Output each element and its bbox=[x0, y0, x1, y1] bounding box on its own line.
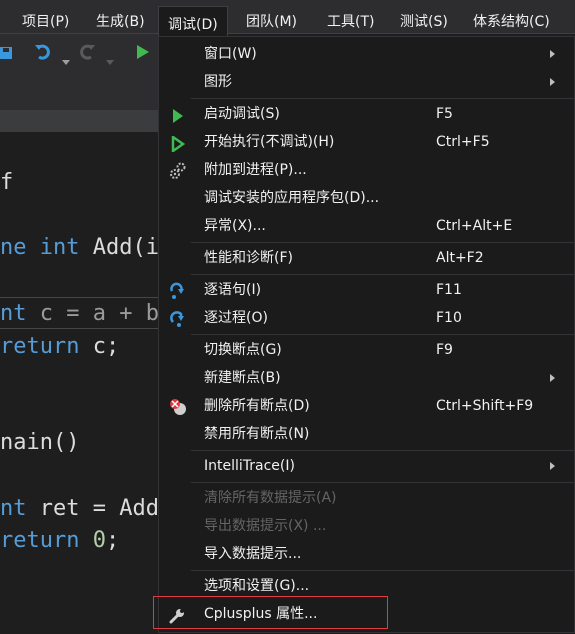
menu-item-label: 新建断点(B) bbox=[204, 370, 281, 386]
submenu-arrow-icon bbox=[550, 50, 555, 58]
play-outline-icon bbox=[169, 134, 186, 154]
menu-item-shortcut: Ctrl+Shift+F9 bbox=[436, 398, 534, 414]
menu-separator bbox=[191, 450, 574, 451]
menu-separator bbox=[191, 570, 574, 571]
menu-item-project-properties[interactable]: Cplusplus 属性... bbox=[159, 600, 574, 628]
menu-build[interactable]: 生成(B) bbox=[96, 4, 145, 34]
save-all-icon[interactable] bbox=[0, 44, 14, 65]
menu-item-label: 窗口(W) bbox=[204, 46, 257, 62]
toolbar bbox=[0, 34, 160, 74]
menu-item-shortcut: Ctrl+F5 bbox=[436, 134, 490, 150]
menu-item-step-over[interactable]: 逐过程(O) F10 bbox=[159, 304, 574, 332]
menu-item-shortcut: F9 bbox=[436, 342, 453, 358]
code-line: nt ret = Add bbox=[0, 496, 159, 521]
menu-item-label: 选项和设置(G)... bbox=[204, 578, 310, 594]
step-into-icon bbox=[169, 282, 185, 299]
menu-item-label: 逐过程(O) bbox=[204, 310, 268, 326]
code-line: f bbox=[0, 170, 14, 195]
menu-item-label: 导出数据提示(X) ... bbox=[204, 518, 327, 534]
menu-separator bbox=[191, 242, 574, 243]
menu-item-label: 导入数据提示... bbox=[204, 546, 302, 562]
submenu-arrow-icon bbox=[550, 78, 555, 86]
redo-dropdown-icon[interactable] bbox=[106, 50, 114, 71]
menu-item-label: 启动调试(S) bbox=[204, 106, 280, 122]
document-tab-bar bbox=[0, 110, 160, 132]
menu-item-debug-installed-app[interactable]: 调试安装的应用程序包(D)... bbox=[159, 184, 574, 212]
menu-project[interactable]: 项目(P) bbox=[22, 4, 69, 34]
menu-item-clear-datatips: 清除所有数据提示(A) bbox=[159, 484, 574, 512]
menu-team[interactable]: 团队(M) bbox=[246, 4, 297, 34]
play-green-icon bbox=[169, 106, 185, 123]
undo-icon[interactable] bbox=[34, 42, 52, 67]
gears-icon bbox=[169, 162, 186, 179]
menu-item-label: 清除所有数据提示(A) bbox=[204, 490, 337, 506]
menu-item-attach-to-process[interactable]: 附加到进程(P)... bbox=[159, 156, 574, 184]
menu-item-shortcut: Ctrl+Alt+E bbox=[436, 218, 513, 234]
code-line: return 0; bbox=[0, 528, 120, 553]
menu-item-toggle-breakpoint[interactable]: 切换断点(G) F9 bbox=[159, 336, 574, 364]
menu-item-start-without-debugging[interactable]: 开始执行(不调试)(H) Ctrl+F5 bbox=[159, 128, 574, 156]
menu-item-label: 附加到进程(P)... bbox=[204, 162, 307, 178]
code-line: nt c = a + b bbox=[0, 301, 159, 326]
code-line: ne int Add(in bbox=[0, 235, 173, 260]
menu-separator bbox=[191, 274, 574, 275]
start-debug-icon[interactable] bbox=[136, 44, 150, 65]
tab-strip bbox=[0, 74, 160, 110]
menu-item-shortcut: F11 bbox=[436, 282, 462, 298]
menu-item-start-debugging[interactable]: 启动调试(S) F5 bbox=[159, 100, 574, 128]
menu-bar: 项目(P) 生成(B) 调试(D) 团队(M) 工具(T) 测试(S) 体系结构… bbox=[0, 0, 575, 36]
menu-item-shortcut: Alt+F2 bbox=[436, 250, 484, 266]
debug-menu-dropdown: 窗口(W) 图形 启动调试(S) F5 开始执行(不调试)(H) Ctrl+F5… bbox=[158, 36, 575, 633]
menu-tools[interactable]: 工具(T) bbox=[327, 4, 374, 34]
menu-item-label: IntelliTrace(I) bbox=[204, 458, 295, 474]
menu-architecture[interactable]: 体系结构(C) bbox=[473, 4, 550, 34]
undo-dropdown-icon[interactable] bbox=[62, 50, 70, 71]
menu-test[interactable]: 测试(S) bbox=[400, 4, 448, 34]
menu-item-label: 异常(X)... bbox=[204, 218, 266, 234]
menu-item-label: 性能和诊断(F) bbox=[204, 250, 293, 266]
code-line: nain() bbox=[0, 430, 80, 455]
menu-item-new-breakpoint[interactable]: 新建断点(B) bbox=[159, 364, 574, 392]
menu-debug[interactable]: 调试(D) bbox=[158, 6, 228, 36]
code-line: return c; bbox=[0, 334, 120, 359]
menu-item-label: 切换断点(G) bbox=[204, 342, 282, 358]
menu-separator bbox=[191, 482, 574, 483]
menu-separator bbox=[191, 334, 574, 335]
redo-icon[interactable] bbox=[78, 42, 96, 67]
step-over-icon bbox=[169, 310, 185, 327]
menu-item-label: 调试安装的应用程序包(D)... bbox=[204, 190, 380, 206]
submenu-arrow-icon bbox=[550, 462, 555, 470]
menu-item-step-into[interactable]: 逐语句(I) F11 bbox=[159, 276, 574, 304]
menu-item-export-datatips: 导出数据提示(X) ... bbox=[159, 512, 574, 540]
menu-item-intellitrace[interactable]: IntelliTrace(I) bbox=[159, 452, 574, 480]
wrench-icon bbox=[169, 606, 185, 624]
menu-item-performance[interactable]: 性能和诊断(F) Alt+F2 bbox=[159, 244, 574, 272]
menu-item-label: 逐语句(I) bbox=[204, 282, 262, 298]
delete-breakpoints-icon bbox=[169, 398, 186, 415]
menu-item-label: 删除所有断点(D) bbox=[204, 398, 310, 414]
menu-item-window[interactable]: 窗口(W) bbox=[159, 40, 574, 68]
menu-item-label: 禁用所有断点(N) bbox=[204, 426, 310, 442]
menu-item-exceptions[interactable]: 异常(X)... Ctrl+Alt+E bbox=[159, 212, 574, 240]
menu-separator bbox=[191, 98, 574, 99]
menu-item-label: 图形 bbox=[204, 74, 232, 90]
menu-item-import-datatips[interactable]: 导入数据提示... bbox=[159, 540, 574, 568]
menu-item-label: Cplusplus 属性... bbox=[204, 606, 318, 622]
menu-item-options-settings[interactable]: 选项和设置(G)... bbox=[159, 572, 574, 600]
submenu-arrow-icon bbox=[550, 374, 555, 382]
code-editor[interactable] bbox=[0, 132, 160, 633]
menu-item-label: 开始执行(不调试)(H) bbox=[204, 134, 335, 150]
menu-item-graphics[interactable]: 图形 bbox=[159, 68, 574, 96]
menu-item-shortcut: F5 bbox=[436, 106, 453, 122]
menu-item-delete-all-breakpoints[interactable]: 删除所有断点(D) Ctrl+Shift+F9 bbox=[159, 392, 574, 420]
menu-item-shortcut: F10 bbox=[436, 310, 462, 326]
menu-item-disable-all-breakpoints[interactable]: 禁用所有断点(N) bbox=[159, 420, 574, 448]
